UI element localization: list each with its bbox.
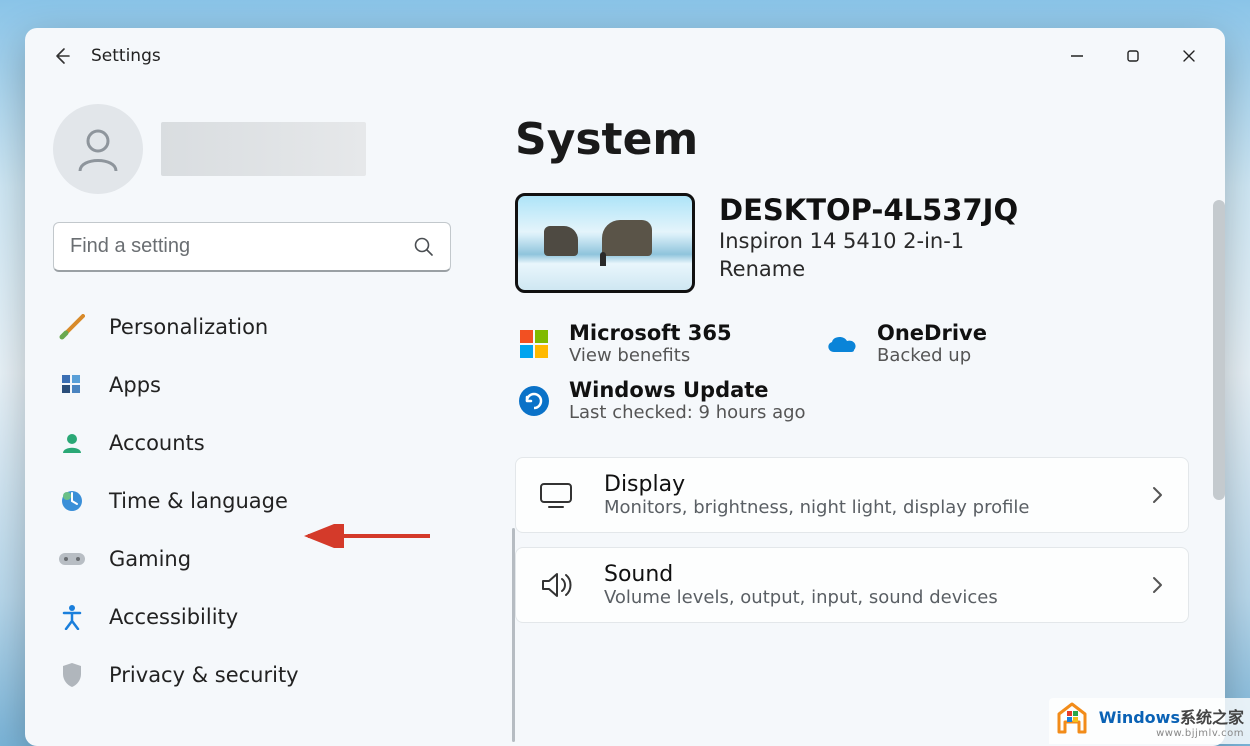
watermark-brand-2: 系统之家 [1180, 708, 1244, 727]
card-sub: Volume levels, output, input, sound devi… [604, 587, 1122, 608]
avatar [53, 104, 143, 194]
watermark-brand-1: Windows [1099, 708, 1180, 727]
sidebar-item-accounts[interactable]: Accounts [53, 414, 491, 472]
tile-title: OneDrive [877, 321, 987, 345]
tile-sub: View benefits [569, 345, 732, 366]
nav: Personalization Apps Accounts [53, 298, 491, 704]
window-controls [1049, 36, 1217, 76]
microsoft-logo-icon [515, 325, 553, 363]
search-input[interactable] [53, 222, 451, 272]
close-icon [1182, 49, 1196, 63]
person-icon [72, 123, 124, 175]
chevron-right-icon [1150, 575, 1164, 595]
watermark-url: www.bjjmlv.com [1099, 728, 1244, 739]
card-sub: Monitors, brightness, night light, displ… [604, 497, 1122, 518]
watermark-logo-icon [1051, 700, 1093, 742]
accounts-icon [57, 428, 87, 458]
watermark: Windows系统之家 www.bjjmlv.com [1049, 698, 1250, 744]
sidebar-item-personalization[interactable]: Personalization [53, 298, 491, 356]
sidebar-item-label: Time & language [109, 489, 288, 513]
device-name: DESKTOP-4L537JQ [719, 193, 1018, 227]
profile-block[interactable] [53, 104, 491, 194]
sidebar: Personalization Apps Accounts [25, 84, 515, 746]
apps-icon [57, 370, 87, 400]
tile-sub: Backed up [877, 345, 987, 366]
content-scrollbar[interactable] [1213, 200, 1225, 500]
sidebar-item-label: Privacy & security [109, 663, 299, 687]
tile-title: Microsoft 365 [569, 321, 732, 345]
tile-sub: Last checked: 9 hours ago [569, 402, 806, 423]
chevron-right-icon [1150, 485, 1164, 505]
close-button[interactable] [1161, 36, 1217, 76]
maximize-icon [1126, 49, 1140, 63]
sidebar-item-time-language[interactable]: Time & language [53, 472, 491, 530]
search-wrap [53, 222, 491, 272]
globe-clock-icon [57, 486, 87, 516]
rename-link[interactable]: Rename [719, 257, 805, 281]
sound-icon [536, 565, 576, 605]
content: System DESKTOP-4L537JQ Inspiron 14 5410 … [515, 84, 1225, 746]
search-icon [413, 236, 435, 258]
desktop-thumbnail[interactable] [515, 193, 695, 293]
accessibility-icon [57, 602, 87, 632]
sidebar-item-label: Apps [109, 373, 161, 397]
sidebar-item-label: Personalization [109, 315, 268, 339]
tile-windows-update[interactable]: Windows Update Last checked: 9 hours ago [515, 378, 1225, 423]
sidebar-item-privacy[interactable]: Privacy & security [53, 646, 491, 704]
tile-microsoft-365[interactable]: Microsoft 365 View benefits [515, 321, 775, 366]
sidebar-item-gaming[interactable]: Gaming [53, 530, 491, 588]
device-info: DESKTOP-4L537JQ Inspiron 14 5410 2-in-1 … [719, 193, 1018, 281]
card-title: Display [604, 472, 1122, 497]
card-display[interactable]: Display Monitors, brightness, night ligh… [515, 457, 1189, 533]
titlebar: Settings [25, 28, 1225, 84]
tile-title: Windows Update [569, 378, 806, 402]
device-row: DESKTOP-4L537JQ Inspiron 14 5410 2-in-1 … [515, 193, 1225, 293]
minimize-icon [1070, 49, 1084, 63]
display-icon [536, 475, 576, 515]
settings-cards: Display Monitors, brightness, night ligh… [515, 457, 1225, 623]
sidebar-item-accessibility[interactable]: Accessibility [53, 588, 491, 646]
status-tiles: Microsoft 365 View benefits OneDrive Bac… [515, 321, 1225, 423]
card-sound[interactable]: Sound Volume levels, output, input, soun… [515, 547, 1189, 623]
card-title: Sound [604, 562, 1122, 587]
shield-icon [57, 660, 87, 690]
sidebar-item-label: Gaming [109, 547, 191, 571]
maximize-button[interactable] [1105, 36, 1161, 76]
update-icon [515, 382, 553, 420]
tile-onedrive[interactable]: OneDrive Backed up [823, 321, 1083, 366]
sidebar-item-label: Accounts [109, 431, 205, 455]
minimize-button[interactable] [1049, 36, 1105, 76]
back-button[interactable] [45, 39, 79, 73]
user-name-redacted [161, 122, 366, 176]
sidebar-item-apps[interactable]: Apps [53, 356, 491, 414]
window-title: Settings [91, 46, 161, 66]
settings-window: Settings [25, 28, 1225, 746]
sidebar-item-label: Accessibility [109, 605, 238, 629]
device-model: Inspiron 14 5410 2-in-1 [719, 229, 1018, 253]
page-title: System [515, 114, 1225, 165]
paintbrush-icon [57, 312, 87, 342]
back-arrow-icon [52, 46, 72, 66]
onedrive-icon [823, 325, 861, 363]
gaming-icon [57, 544, 87, 574]
